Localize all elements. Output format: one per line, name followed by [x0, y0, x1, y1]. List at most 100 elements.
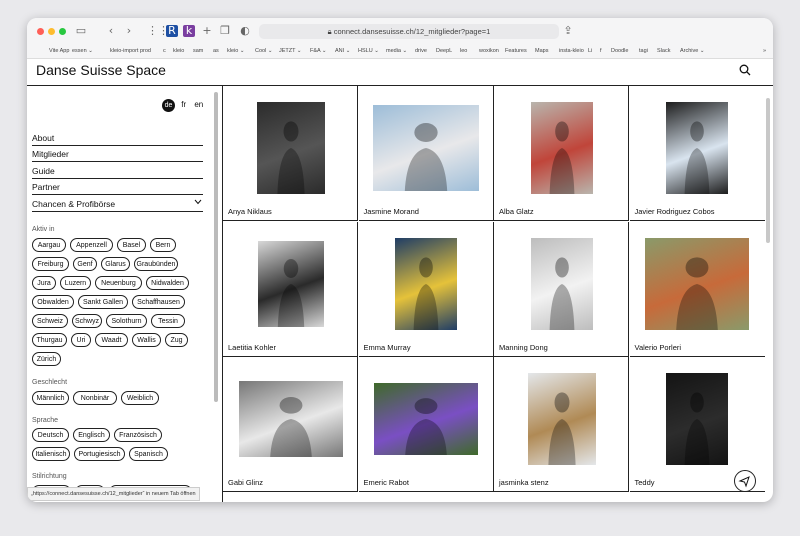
nav-item-guide[interactable]: Guide: [32, 164, 203, 179]
member-photo[interactable]: [257, 240, 324, 327]
filter-chip[interactable]: Thurgau: [32, 333, 67, 347]
close-window-button[interactable]: [37, 28, 44, 35]
bookmark-item[interactable]: as: [213, 48, 219, 54]
filter-chip[interactable]: Aargau: [32, 238, 66, 252]
member-card[interactable]: Manning Dong: [494, 221, 629, 357]
filter-chip[interactable]: Tessin: [151, 314, 185, 328]
nav-item-partner[interactable]: Partner: [32, 180, 203, 195]
bookmark-item[interactable]: kleio-import prod: [110, 48, 151, 54]
filter-chip[interactable]: Jura: [32, 276, 56, 290]
filter-chip[interactable]: Schwyz: [72, 314, 102, 328]
lang-de[interactable]: de: [162, 99, 175, 112]
site-title[interactable]: Danse Suisse Space: [36, 62, 166, 78]
member-card[interactable]: Emma Murray: [358, 221, 494, 357]
filter-chip[interactable]: Graubünden: [134, 257, 178, 271]
filter-chip[interactable]: Sankt Gallen: [78, 295, 128, 309]
bookmark-item[interactable]: f: [600, 48, 602, 54]
member-name[interactable]: Jasmine Morand: [364, 207, 419, 216]
bookmark-item[interactable]: DeepL: [436, 48, 452, 54]
bookmark-item[interactable]: Slack: [657, 48, 670, 54]
filter-chip[interactable]: Luzern: [60, 276, 91, 290]
member-name[interactable]: Javier Rodriguez Cobos: [635, 207, 715, 216]
bookmark-item[interactable]: ANI ⌄: [335, 48, 350, 54]
sidebar-toggle-icon[interactable]: ▭: [75, 25, 87, 37]
filter-chip[interactable]: Genf: [73, 257, 97, 271]
forward-icon[interactable]: ›: [123, 25, 135, 37]
bookmark-item[interactable]: »: [763, 48, 766, 54]
bookmark-item[interactable]: JETZT ⌄: [279, 48, 302, 54]
back-icon[interactable]: ‹: [105, 25, 117, 37]
bookmark-item[interactable]: Li: [588, 48, 592, 54]
member-name[interactable]: Emeric Rabot: [364, 478, 409, 487]
member-photo[interactable]: [645, 237, 750, 330]
filter-chip[interactable]: Appenzell: [70, 238, 113, 252]
bookmark-item[interactable]: HSLU ⌄: [358, 48, 379, 54]
filter-chip[interactable]: Nonbinär: [73, 391, 117, 405]
bookmark-item[interactable]: Doodle: [611, 48, 628, 54]
page-scrollbar[interactable]: [766, 98, 770, 243]
member-card[interactable]: Emeric Rabot: [358, 357, 494, 492]
member-photo[interactable]: [256, 102, 325, 194]
filter-chip[interactable]: Bern: [150, 238, 176, 252]
filter-chip[interactable]: Uri: [71, 333, 91, 347]
member-card[interactable]: Laetitia Kohler: [223, 221, 358, 357]
filter-chip[interactable]: Zug: [165, 333, 188, 347]
filter-chip[interactable]: Waadt: [95, 333, 128, 347]
member-card[interactable]: Gabi Glinz: [223, 357, 358, 492]
member-photo[interactable]: [238, 381, 343, 457]
member-photo[interactable]: [666, 373, 729, 465]
lang-fr[interactable]: fr: [181, 100, 186, 109]
member-name[interactable]: Anya Niklaus: [228, 207, 272, 216]
bookmark-item[interactable]: insta-kleio: [559, 48, 584, 54]
share-icon[interactable]: ⇪: [562, 25, 574, 37]
nav-item-about[interactable]: About: [32, 131, 203, 146]
sidebar-scrollbar[interactable]: [214, 92, 218, 402]
member-card[interactable]: Alba Glatz: [494, 86, 629, 221]
member-card[interactable]: Valerio Porleri: [629, 222, 765, 357]
bookmark-item[interactable]: Vite App: [49, 48, 69, 54]
send-message-button[interactable]: [734, 470, 756, 492]
filter-chip[interactable]: Basel: [117, 238, 146, 252]
bookmark-item[interactable]: Archive ⌄: [680, 48, 704, 54]
member-card[interactable]: Anya Niklaus: [223, 86, 358, 221]
member-card[interactable]: Jasmine Morand: [358, 86, 494, 221]
member-photo[interactable]: [530, 102, 593, 194]
filter-chip[interactable]: Spanisch: [129, 447, 168, 461]
member-name[interactable]: jasminka stenz: [499, 478, 549, 487]
bookmark-item[interactable]: F&A ⌄: [310, 48, 327, 54]
member-photo[interactable]: [530, 237, 593, 330]
bookmark-item[interactable]: Features: [505, 48, 527, 54]
filter-chip[interactable]: Freiburg: [32, 257, 69, 271]
bookmark-item[interactable]: Maps: [535, 48, 548, 54]
member-name[interactable]: Teddy: [635, 478, 655, 487]
bookmark-item[interactable]: woxikon: [479, 48, 499, 54]
filter-chip[interactable]: Schaffhausen: [132, 295, 185, 309]
chevron-down-icon[interactable]: [194, 199, 202, 205]
bookmark-item[interactable]: Cool ⌄: [255, 48, 272, 54]
filter-chip[interactable]: Wallis: [132, 333, 161, 347]
member-name[interactable]: Manning Dong: [499, 343, 548, 352]
bookmark-item[interactable]: sam: [193, 48, 203, 54]
extension-icon[interactable]: k: [183, 25, 195, 37]
tabs-icon[interactable]: ❐: [219, 25, 231, 37]
bookmark-item[interactable]: media ⌄: [386, 48, 407, 54]
member-name[interactable]: Emma Murray: [364, 343, 411, 352]
nav-item-chancen-profib-rse[interactable]: Chancen & Profibörse: [32, 197, 203, 212]
bookmark-item[interactable]: kleio: [173, 48, 184, 54]
filter-chip[interactable]: Neuenburg: [95, 276, 142, 290]
bookmark-item[interactable]: c: [163, 48, 166, 54]
bookmark-item[interactable]: drive: [415, 48, 427, 54]
tab-overview-icon[interactable]: ⋮⋮: [147, 25, 169, 37]
member-card[interactable]: jasminka stenz: [494, 357, 629, 492]
member-photo[interactable]: [527, 373, 596, 465]
filter-chip[interactable]: Nidwalden: [146, 276, 189, 290]
new-tab-icon[interactable]: +: [201, 25, 213, 37]
filter-chip[interactable]: Englisch: [73, 428, 110, 442]
filter-chip[interactable]: Obwalden: [32, 295, 74, 309]
member-name[interactable]: Gabi Glinz: [228, 478, 263, 487]
extension-icon[interactable]: R: [166, 25, 178, 37]
member-photo[interactable]: [373, 105, 480, 191]
filter-chip[interactable]: Deutsch: [32, 428, 69, 442]
member-photo[interactable]: [374, 383, 479, 455]
filter-chip[interactable]: Glarus: [101, 257, 130, 271]
